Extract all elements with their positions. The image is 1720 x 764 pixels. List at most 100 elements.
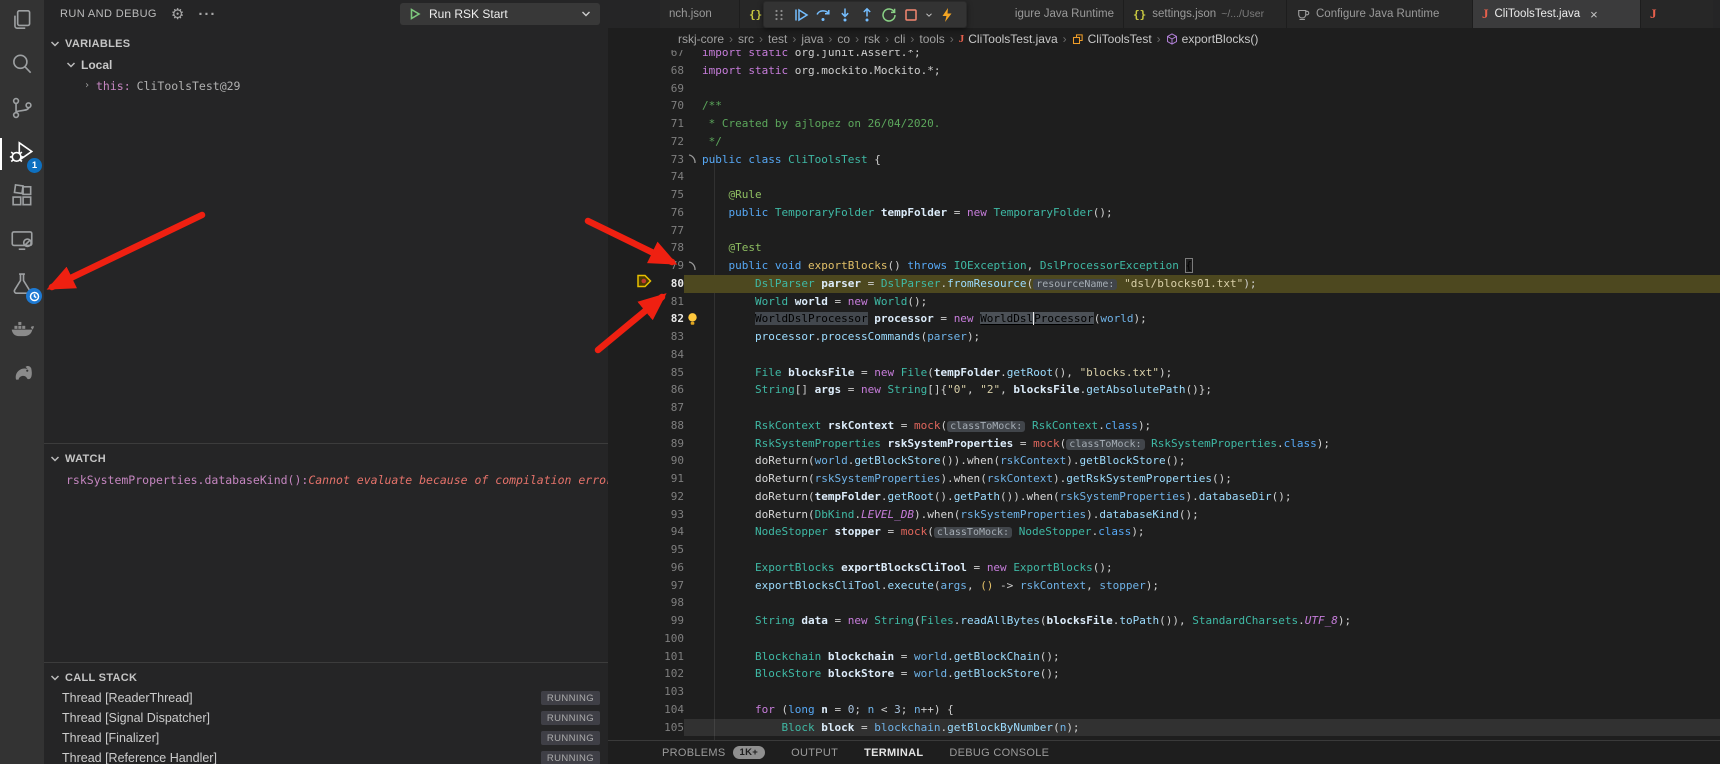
code-line[interactable]: 74 xyxy=(608,168,1720,186)
line-number[interactable]: 78 xyxy=(656,239,684,257)
tab-java-file[interactable]: J xyxy=(1641,0,1713,28)
breakpoint-margin[interactable] xyxy=(608,541,656,559)
code-line[interactable]: 81 World world = new World(); xyxy=(608,293,1720,311)
panel-tab-output[interactable]: OUTPUT xyxy=(791,747,838,759)
line-number[interactable]: 89 xyxy=(656,435,684,453)
code-line[interactable]: 71 * Created by ajlopez on 26/04/2020. xyxy=(608,115,1720,133)
line-number[interactable]: 72 xyxy=(656,133,684,151)
breakpoint-margin[interactable] xyxy=(608,630,656,648)
breakpoint-margin[interactable] xyxy=(608,506,656,524)
breadcrumb-item[interactable]: cli xyxy=(894,32,905,46)
code-line[interactable]: 85 File blocksFile = new File(tempFolder… xyxy=(608,364,1720,382)
breakpoint-margin[interactable] xyxy=(608,97,656,115)
line-number[interactable]: 103 xyxy=(656,683,684,701)
variable-this[interactable]: › this: CliToolsTest@29 xyxy=(44,75,608,96)
tab-Configure Java Runtime[interactable]: Configure Java Runtime xyxy=(1287,0,1473,28)
breakpoint-margin[interactable] xyxy=(608,683,656,701)
line-number[interactable]: 104 xyxy=(656,701,684,719)
breadcrumb-item[interactable]: JCliToolsTest.java xyxy=(959,32,1058,46)
line-number[interactable]: 77 xyxy=(656,222,684,240)
line-number[interactable]: 97 xyxy=(656,577,684,595)
close-icon[interactable]: × xyxy=(1590,7,1598,22)
code-line[interactable]: 82 WorldDslProcessor processor = new Wor… xyxy=(608,310,1720,328)
breakpoint-margin[interactable] xyxy=(608,186,656,204)
code-line[interactable]: 83 processor.processCommands(parser); xyxy=(608,328,1720,346)
code-line[interactable]: 91 doReturn(rskSystemProperties).when(rs… xyxy=(608,470,1720,488)
line-number[interactable]: 80 xyxy=(656,275,684,293)
code-line[interactable]: 73public class CliToolsTest { xyxy=(608,151,1720,169)
code-line[interactable]: 75 @Rule xyxy=(608,186,1720,204)
activity-search-icon[interactable] xyxy=(0,44,44,88)
line-number[interactable]: 90 xyxy=(656,452,684,470)
fold-icon[interactable] xyxy=(684,151,700,169)
line-number[interactable]: 99 xyxy=(656,612,684,630)
code-line[interactable]: 80 DslParser parser = DslParser.fromReso… xyxy=(608,275,1720,293)
line-number[interactable]: 76 xyxy=(656,204,684,222)
code-line[interactable]: 77 xyxy=(608,222,1720,240)
code-line[interactable]: 84 xyxy=(608,346,1720,364)
breakpoint-margin[interactable] xyxy=(608,719,656,737)
line-number[interactable]: 83 xyxy=(656,328,684,346)
activity-test-beaker-icon[interactable] xyxy=(0,264,44,308)
breakpoint-margin[interactable] xyxy=(608,559,656,577)
breakpoint-margin[interactable] xyxy=(608,612,656,630)
breakpoint-margin[interactable] xyxy=(608,364,656,382)
line-number[interactable]: 69 xyxy=(656,80,684,98)
activity-gradle-icon[interactable] xyxy=(0,352,44,396)
code-line[interactable]: 100 xyxy=(608,630,1720,648)
code-line[interactable]: 96 ExportBlocks exportBlocksCliTool = ne… xyxy=(608,559,1720,577)
code-line[interactable]: 90 doReturn(world.getBlockStore()).when(… xyxy=(608,452,1720,470)
line-number[interactable]: 100 xyxy=(656,630,684,648)
line-number[interactable]: 85 xyxy=(656,364,684,382)
line-number[interactable]: 84 xyxy=(656,346,684,364)
line-number[interactable]: 88 xyxy=(656,417,684,435)
line-number[interactable]: 101 xyxy=(656,648,684,666)
call-stack-thread[interactable]: Thread [Reference Handler]RUNNING xyxy=(44,748,608,764)
code-line[interactable]: 88 RskContext rskContext = mock(classToM… xyxy=(608,417,1720,435)
code-line[interactable]: 79 public void exportBlocks() throws IOE… xyxy=(608,257,1720,275)
code-line[interactable]: 103 xyxy=(608,683,1720,701)
code-line[interactable]: 69 xyxy=(608,80,1720,98)
line-number[interactable]: 102 xyxy=(656,665,684,683)
code-line[interactable]: 102 BlockStore blockStore = world.getBlo… xyxy=(608,665,1720,683)
code-line[interactable]: 92 doReturn(tempFolder.getRoot().getPath… xyxy=(608,488,1720,506)
tab-settings.json[interactable]: {}settings.json~/.../User xyxy=(1124,0,1287,28)
activity-source-control-icon[interactable] xyxy=(0,88,44,132)
line-number[interactable]: 105 xyxy=(656,719,684,737)
call-stack-header[interactable]: CALL STACK xyxy=(44,668,608,688)
line-number[interactable]: 73 xyxy=(656,151,684,169)
line-number[interactable]: 91 xyxy=(656,470,684,488)
breakpoint-margin[interactable] xyxy=(608,204,656,222)
code-line[interactable]: 86 String[] args = new String[]{"0", "2"… xyxy=(608,381,1720,399)
code-line[interactable]: 72 */ xyxy=(608,133,1720,151)
breadcrumb-item[interactable]: test xyxy=(768,32,787,46)
code-line[interactable]: 95 xyxy=(608,541,1720,559)
code-line[interactable]: 94 NodeStopper stopper = mock(classToMoc… xyxy=(608,523,1720,541)
breakpoint-margin[interactable] xyxy=(608,399,656,417)
breakpoint-margin[interactable] xyxy=(608,222,656,240)
breakpoint-margin[interactable] xyxy=(608,293,656,311)
variables-header[interactable]: VARIABLES xyxy=(44,34,608,54)
code-area[interactable]: 67import static org.junit.Assert.*;68imp… xyxy=(608,50,1720,740)
breakpoint-margin[interactable] xyxy=(608,346,656,364)
line-number[interactable]: 87 xyxy=(656,399,684,417)
breakpoint-margin[interactable] xyxy=(608,80,656,98)
activity-files-icon[interactable] xyxy=(0,0,44,44)
line-number[interactable]: 86 xyxy=(656,381,684,399)
breakpoint-margin[interactable] xyxy=(608,168,656,186)
continue-icon[interactable] xyxy=(790,3,812,27)
code-line[interactable]: 97 exportBlocksCliTool.execute(args, () … xyxy=(608,577,1720,595)
chevron-down-icon[interactable] xyxy=(922,3,936,27)
watch-expression[interactable]: rskSystemProperties.databaseKind(): Cann… xyxy=(44,469,608,490)
code-line[interactable]: 104 for (long n = 0; n < 3; n++) { xyxy=(608,701,1720,719)
gear-icon[interactable]: ⚙ xyxy=(171,5,184,23)
activity-remote-explorer-icon[interactable] xyxy=(0,220,44,264)
code-line[interactable]: 99 String data = new String(Files.readAl… xyxy=(608,612,1720,630)
breakpoint-margin[interactable] xyxy=(608,435,656,453)
breakpoint-margin[interactable] xyxy=(608,151,656,169)
line-number[interactable]: 71 xyxy=(656,115,684,133)
breakpoint-margin[interactable] xyxy=(608,594,656,612)
breadcrumb-item[interactable]: java xyxy=(801,32,823,46)
breakpoint-margin[interactable] xyxy=(608,62,656,80)
panel-tab-debug-console[interactable]: DEBUG CONSOLE xyxy=(949,747,1049,759)
